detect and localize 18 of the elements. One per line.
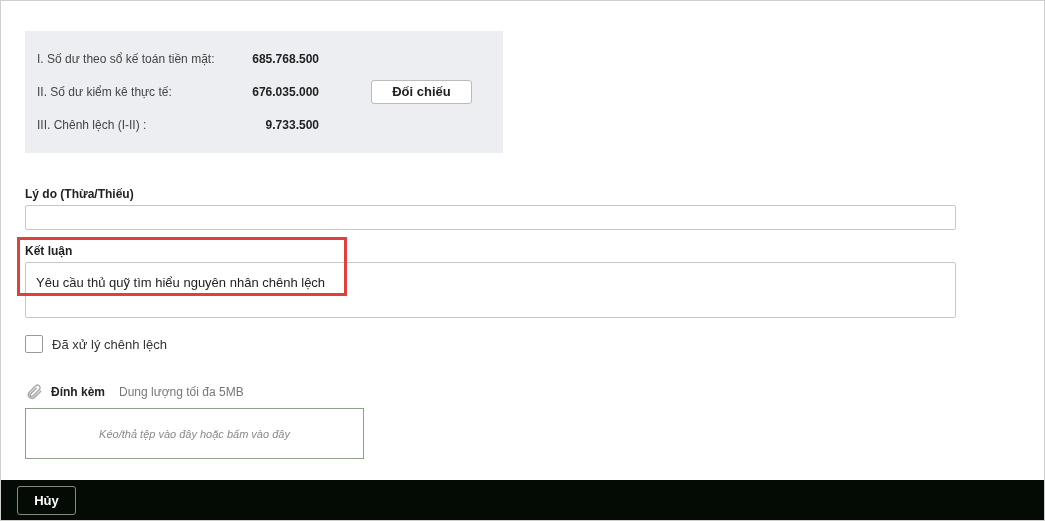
cancel-button[interactable]: Hủy	[17, 485, 76, 515]
size-hint: Dung lượng tối đa 5MB	[119, 385, 244, 399]
summary-value: 9.733.500	[264, 117, 319, 132]
checkbox-label: Đã xử lý chênh lệch	[52, 336, 167, 352]
conclusion-field[interactable]: Yêu cầu thủ quỹ tìm hiểu nguyên nhân chênh lệch	[25, 262, 956, 318]
reconcile-button[interactable]: Đối chiếu	[371, 80, 472, 104]
reason-field[interactable]	[25, 205, 956, 230]
summary-label: I. Số dư theo sổ kế toán tiền mặt:	[37, 52, 216, 67]
summary-label: II. Số dư kiểm kê thực tế:	[37, 85, 173, 99]
file-dropzone[interactable]: Kéo/thả tệp vào đây hoặc bấm vào đây	[25, 408, 364, 459]
field-label: Lý do (Thừa/Thiếu)	[25, 187, 135, 201]
attachment-label: Đính kèm	[51, 385, 105, 399]
summary-label: III. Chênh lệch (I-II) :	[37, 117, 148, 132]
paperclip-icon	[25, 383, 43, 401]
field-label: Kết luận	[25, 244, 74, 258]
summary-value: 685.768.500	[251, 52, 319, 67]
checkbox[interactable]	[25, 335, 43, 353]
summary-value: 676.035.000	[251, 85, 319, 99]
